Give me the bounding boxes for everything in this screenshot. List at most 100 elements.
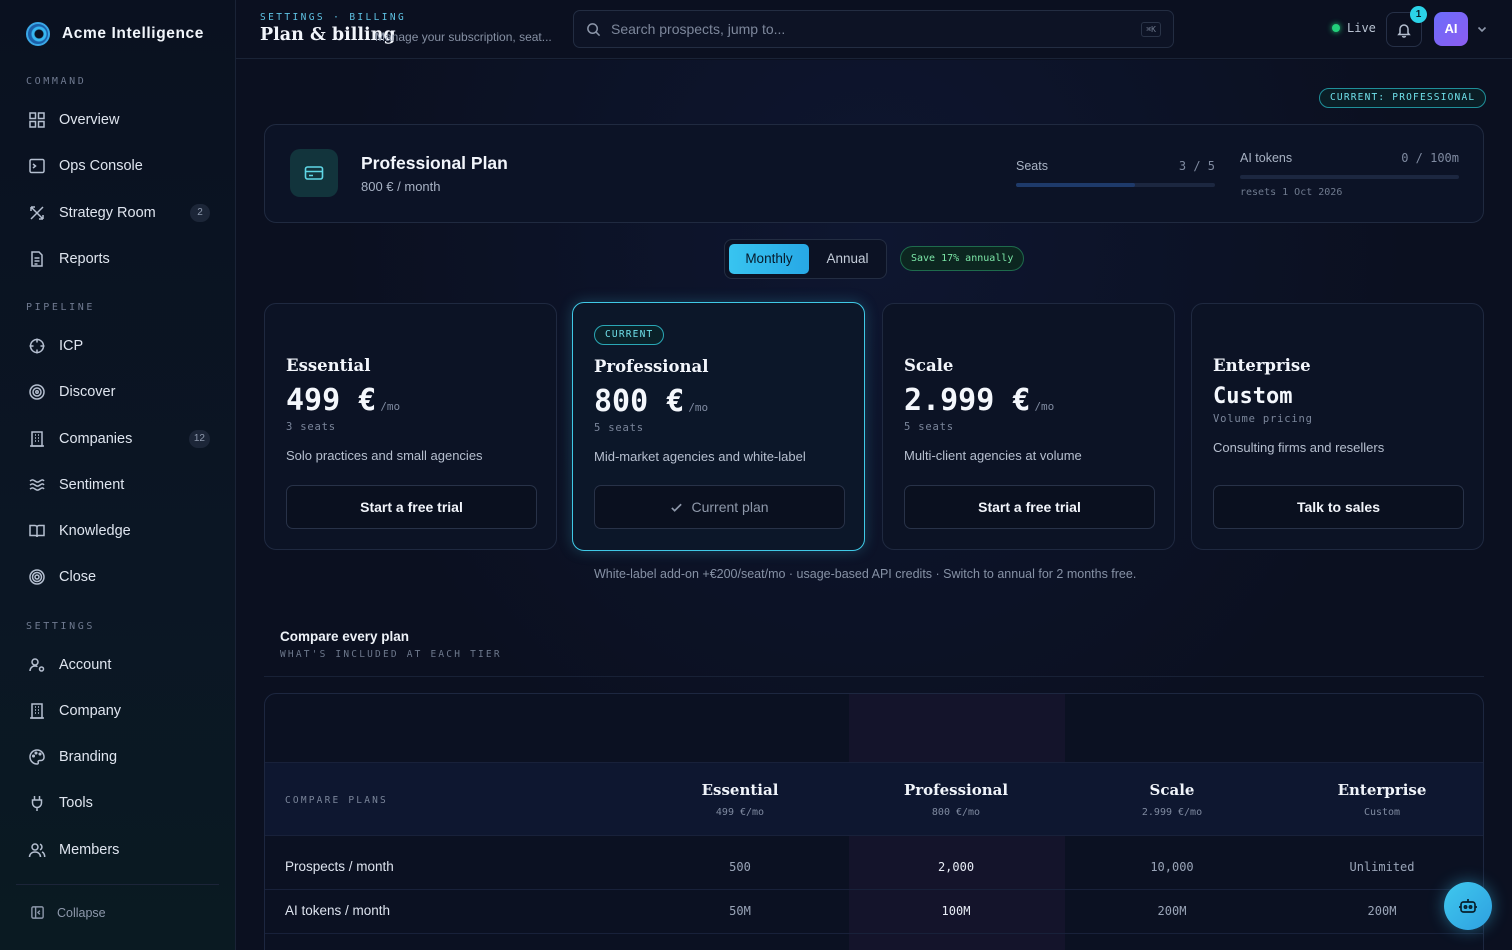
breadcrumb[interactable]: SETTINGS · BILLING [260, 12, 406, 23]
sidebar-item-label: Companies [59, 431, 133, 447]
tier-price-value: 499 € [286, 383, 377, 418]
sidebar-item-label: ICP [59, 338, 84, 354]
strategy-icon [30, 206, 44, 220]
waves-icon [29, 479, 45, 491]
search-input[interactable] [611, 21, 1132, 37]
current-plan-pill: CURRENT: PROFESSIONAL [1319, 88, 1487, 108]
sidebar-section-command: COMMAND [26, 76, 87, 87]
tier-description: Mid-market agencies and white-label [594, 449, 806, 464]
sidebar-item-overview[interactable]: Overview [28, 108, 210, 132]
col-price: 800 €/mo [931, 807, 981, 818]
radar-icon [29, 384, 45, 400]
table-cell: Unlimited [1349, 860, 1415, 874]
chevron-down-icon [1477, 26, 1487, 33]
col-price: 2.999 €/mo [1141, 807, 1203, 818]
sidebar-item-reports[interactable]: Reports [28, 247, 210, 271]
tokens-bar [1240, 175, 1459, 179]
palette-icon [29, 749, 45, 765]
sidebar-item-strategy-room[interactable]: Strategy Room 2 [28, 201, 210, 225]
tier-price: 499 €/mo [286, 383, 400, 418]
compare-col-scale: Scale 2.999 €/mo [1072, 781, 1272, 818]
sidebar-item-label: Knowledge [59, 523, 131, 539]
brand-logo-icon [26, 22, 50, 46]
sidebar-divider [16, 884, 219, 885]
tier-price-period: /mo [380, 400, 401, 413]
sidebar-section-pipeline: PIPELINE [26, 302, 95, 313]
sidebar-item-tools[interactable]: Tools [28, 791, 210, 815]
plug-icon [31, 796, 43, 811]
sidebar-item-badge: 12 [188, 430, 210, 448]
sidebar-item-ops-console[interactable]: Ops Console [28, 154, 210, 178]
account-menu-toggle[interactable] [1476, 22, 1488, 34]
sidebar-item-account[interactable]: Account [28, 653, 210, 677]
sidebar-item-members[interactable]: Members [28, 838, 210, 862]
tier-name: Scale [904, 356, 954, 375]
compare-title: Compare every plan [280, 629, 410, 644]
seats-value: 3 / 5 [1178, 159, 1215, 173]
annual-savings-badge: Save 17% annually [900, 246, 1025, 271]
search-icon [587, 22, 601, 36]
sidebar-item-label: Strategy Room [59, 205, 156, 221]
check-icon [671, 503, 683, 512]
start-trial-button[interactable]: Start a free trial [904, 485, 1155, 529]
top-header: SETTINGS · BILLING Plan & billing Manage… [236, 0, 1512, 59]
table-cell: 200M [1157, 904, 1187, 918]
table-cell: 2,000 [937, 860, 975, 874]
col-name: Scale [1149, 781, 1195, 799]
compare-divider [264, 676, 1484, 677]
start-trial-button[interactable]: Start a free trial [286, 485, 537, 529]
sidebar-item-company[interactable]: Company [28, 699, 210, 723]
tier-seats: 5 seats [904, 421, 954, 433]
tier-price-period: /mo [1034, 400, 1055, 413]
current-tier-badge: CURRENT [594, 325, 665, 345]
toggle-annual[interactable]: Annual [813, 244, 882, 274]
sidebar-item-label: Sentiment [59, 477, 125, 493]
sidebar-item-close[interactable]: Close [28, 565, 210, 589]
row-label: AI tokens / month [285, 903, 391, 918]
billing-period-toggle: Monthly Annual [724, 239, 887, 279]
plan-name: Professional Plan [361, 153, 508, 173]
sidebar-item-label: Company [59, 703, 122, 719]
robot-icon [1459, 899, 1477, 913]
user-gear-icon [29, 658, 45, 672]
seats-usage: Seats 3 / 5 [1016, 159, 1215, 187]
live-label: Live [1347, 21, 1376, 35]
compare-table: COMPARE PLANS Essential 499 €/mo Profess… [264, 693, 1484, 950]
sidebar-item-label: Ops Console [59, 158, 143, 174]
assistant-bot-button[interactable] [1444, 882, 1492, 930]
sidebar-item-discover[interactable]: Discover [28, 380, 210, 404]
sidebar-item-label: Account [59, 657, 112, 673]
search-bar[interactable]: ⌘K [573, 10, 1174, 48]
table-cell: 100M [941, 904, 971, 918]
tier-seats: 5 seats [594, 422, 644, 434]
collapse-button[interactable]: Collapse [30, 905, 106, 920]
col-name: Essential [701, 781, 779, 799]
plan-price: 800 € / month [361, 179, 441, 194]
sidebar-item-knowledge[interactable]: Knowledge [28, 519, 210, 543]
toggle-monthly[interactable]: Monthly [729, 244, 809, 274]
compare-col-professional: Professional 800 €/mo [856, 781, 1056, 818]
sidebar-section-settings: SETTINGS [26, 621, 95, 632]
compare-header-row: COMPARE PLANS Essential 499 €/mo Profess… [265, 762, 1483, 836]
avatar[interactable]: AI [1434, 12, 1468, 46]
seats-bar [1016, 183, 1215, 187]
tokens-reset-note: resets 1 Oct 2026 [1240, 187, 1343, 198]
tier-price: 2.999 €/mo [904, 383, 1054, 418]
sidebar-item-sentiment[interactable]: Sentiment [28, 473, 210, 497]
talk-to-sales-button[interactable]: Talk to sales [1213, 485, 1464, 529]
tier-name: Professional [594, 357, 709, 376]
document-icon [31, 251, 43, 267]
sidebar-item-icp[interactable]: ICP [28, 334, 210, 358]
sidebar-item-label: Overview [59, 112, 120, 128]
sidebar-item-badge: 2 [190, 204, 210, 222]
users-icon [28, 843, 46, 858]
sidebar-item-branding[interactable]: Branding [28, 745, 210, 769]
terminal-icon [29, 158, 45, 174]
grid-icon [29, 112, 45, 128]
notifications-button[interactable]: 1 [1386, 6, 1427, 47]
tier-price: Custom [1213, 384, 1293, 409]
tier-name: Enterprise [1213, 356, 1311, 375]
table-cell: 500 [729, 860, 751, 874]
sidebar-item-companies[interactable]: Companies 12 [28, 427, 210, 451]
brand[interactable]: Acme Intelligence [26, 22, 204, 46]
